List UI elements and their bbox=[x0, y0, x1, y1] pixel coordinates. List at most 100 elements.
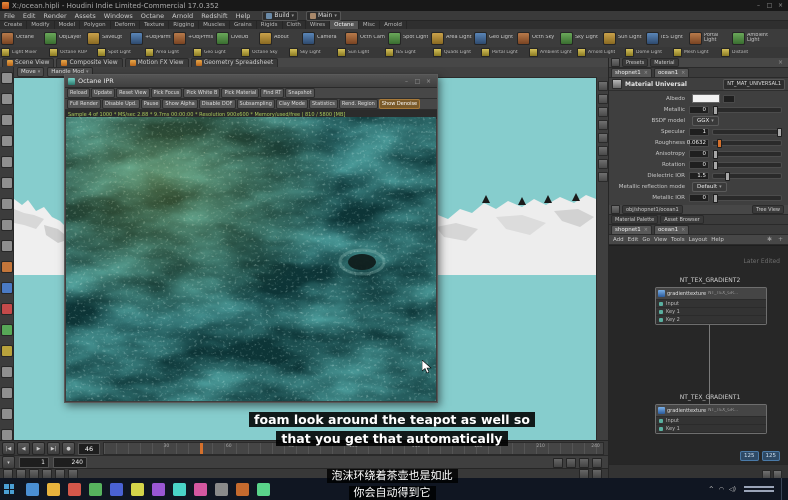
network-menu-item[interactable]: Layout bbox=[687, 237, 710, 243]
maximize-icon[interactable]: □ bbox=[412, 77, 423, 85]
close-icon[interactable]: × bbox=[775, 59, 786, 67]
node-gradient2[interactable]: gradienttexture NT_TEX_GR... Input Key 1… bbox=[655, 287, 767, 325]
shelf-tool[interactable]: About bbox=[259, 32, 300, 45]
taskbar-app-icon[interactable] bbox=[68, 483, 81, 496]
transport-button[interactable]: |◀ bbox=[2, 442, 15, 455]
transport-button[interactable]: ● bbox=[62, 442, 75, 455]
shelf-tool[interactable]: Sky Light bbox=[289, 48, 335, 57]
octane-toolbar-button[interactable]: Update bbox=[91, 88, 115, 98]
view-tool-icon[interactable] bbox=[598, 133, 608, 143]
octane-toggle-button[interactable]: Clay Mode bbox=[276, 99, 308, 109]
shelf-tab[interactable]: Texture bbox=[140, 21, 169, 29]
current-frame-field[interactable]: 46 bbox=[78, 443, 100, 455]
network-menu-item[interactable]: View bbox=[652, 237, 669, 243]
window-button[interactable]: × bbox=[775, 2, 786, 10]
taskbar-clock[interactable] bbox=[742, 482, 776, 496]
tool-icon[interactable] bbox=[1, 303, 13, 315]
metallic-reflection-mode-select[interactable]: Default ▾ bbox=[692, 182, 727, 192]
octane-toggle-button[interactable]: Full Render bbox=[67, 99, 101, 109]
tool-icon[interactable] bbox=[1, 387, 13, 399]
octane-toggle-button[interactable]: Show Alpha bbox=[162, 99, 197, 109]
octane-toolbar-button[interactable]: Find RT bbox=[260, 88, 284, 98]
shelf-tool[interactable]: Octn Sky bbox=[517, 32, 558, 45]
specular-slider[interactable] bbox=[712, 129, 782, 135]
shelf-tool[interactable]: Camera bbox=[302, 32, 343, 45]
shelf-tool[interactable]: Area Light bbox=[431, 32, 472, 45]
shelf-tool[interactable]: Arnold Light bbox=[577, 48, 623, 57]
menu-item[interactable]: Octane bbox=[137, 12, 168, 20]
shelf-tab[interactable]: Rigging bbox=[169, 21, 199, 29]
octane-toggle-button[interactable]: Disable DOF bbox=[199, 99, 236, 109]
tree-view-tab[interactable]: Tree View bbox=[752, 205, 784, 214]
show-desktop-button[interactable] bbox=[781, 478, 786, 500]
metallic-slider[interactable] bbox=[712, 107, 782, 113]
shelf-tool[interactable]: Light Mixer bbox=[1, 48, 47, 57]
view-tool-icon[interactable] bbox=[598, 146, 608, 156]
octane-toggle-button[interactable]: Disable Upd. bbox=[102, 99, 140, 109]
shelf-tool[interactable]: Mesh Light bbox=[673, 48, 719, 57]
menu-item[interactable]: File bbox=[0, 12, 19, 20]
dielectric-ior-value[interactable]: 1.5 bbox=[689, 172, 709, 180]
scene-viewport[interactable]: Move ▾ Handle Mod ▾ bbox=[14, 67, 608, 440]
view-tool-icon[interactable] bbox=[598, 81, 608, 91]
volume-tray-icon[interactable]: ◁) bbox=[729, 486, 736, 493]
node-input-row[interactable]: Key 1 bbox=[656, 308, 766, 316]
tool-icon[interactable] bbox=[1, 156, 13, 168]
range-end-field[interactable]: 240 bbox=[53, 457, 87, 468]
shelf-tool[interactable]: Ambient Light bbox=[529, 48, 575, 57]
node-header[interactable]: gradienttexture NT_TEX_GR... bbox=[656, 288, 766, 300]
tool-icon[interactable] bbox=[1, 114, 13, 126]
octane-toggle-button[interactable]: Statistics bbox=[309, 99, 338, 109]
pane-tab[interactable]: Geometry Spreadsheet bbox=[191, 58, 279, 68]
pane-tab[interactable]: Motion FX View bbox=[125, 58, 189, 68]
octane-toggle-button[interactable]: Show Denoise bbox=[379, 99, 420, 109]
shelf-tab[interactable]: Muscles bbox=[199, 21, 230, 29]
node-tab[interactable]: ocean1× bbox=[654, 68, 689, 78]
octane-toolbar-button[interactable]: Reload bbox=[67, 88, 90, 98]
octane-toggle-button[interactable]: Pause bbox=[141, 99, 162, 109]
viewport-tool-chip[interactable]: Move ▾ bbox=[17, 67, 44, 77]
shelf-tab[interactable]: Misc bbox=[359, 21, 380, 29]
node-input-row[interactable]: Input bbox=[656, 300, 766, 308]
shelf-tab[interactable]: Wires bbox=[306, 21, 330, 29]
shelf-set-main-select[interactable]: Main ▾ bbox=[306, 11, 341, 21]
tray-up-icon[interactable]: ^ bbox=[709, 486, 714, 493]
material-node-name[interactable]: NT_MAT_UNIVERSAL1 bbox=[723, 79, 785, 90]
network-menu-item[interactable]: Go bbox=[640, 237, 652, 243]
octane-toolbar-button[interactable]: Pick White B bbox=[183, 88, 220, 98]
network-icon[interactable] bbox=[611, 205, 620, 214]
tool-icon[interactable] bbox=[1, 240, 13, 252]
tool-icon[interactable] bbox=[1, 324, 13, 336]
specular-value[interactable]: 1 bbox=[689, 128, 709, 136]
rotation-slider[interactable] bbox=[712, 162, 782, 168]
node-tab[interactable]: shopnet1× bbox=[611, 68, 652, 78]
close-icon[interactable]: × bbox=[681, 227, 685, 233]
tool-icon[interactable] bbox=[1, 282, 13, 294]
network-menu-item[interactable]: Add bbox=[611, 237, 626, 243]
desktop-build-select[interactable]: Build ▾ bbox=[262, 11, 298, 21]
shelf-tab[interactable]: Grains bbox=[230, 21, 257, 29]
shelf-tool[interactable]: Octn Cam bbox=[345, 32, 386, 45]
shelf-tab[interactable]: Model bbox=[55, 21, 81, 29]
shelf-tool[interactable]: Sun Light bbox=[337, 48, 383, 57]
close-icon[interactable]: × bbox=[423, 77, 434, 85]
shelf-tab[interactable]: Cloth bbox=[283, 21, 306, 29]
shelf-tool[interactable]: Octane ROP bbox=[49, 48, 95, 57]
tool-icon[interactable] bbox=[1, 135, 13, 147]
octane-titlebar[interactable]: Octane IPR – □ × bbox=[65, 75, 437, 88]
grid-icon[interactable] bbox=[611, 58, 620, 67]
tool-icon[interactable] bbox=[1, 93, 13, 105]
shelf-tool[interactable]: Dome Light bbox=[625, 48, 671, 57]
albedo-extra-field[interactable] bbox=[723, 95, 735, 103]
shelf-tool[interactable]: SaveLgt bbox=[87, 32, 128, 45]
tool-icon[interactable] bbox=[1, 177, 13, 189]
pin-icon[interactable]: + bbox=[775, 236, 786, 244]
node-input-row[interactable]: Key 1 bbox=[656, 425, 766, 433]
close-icon[interactable]: × bbox=[644, 70, 648, 76]
tool-icon[interactable] bbox=[1, 198, 13, 210]
dielectric-ior-slider[interactable] bbox=[712, 173, 782, 179]
network-menu-item[interactable]: Edit bbox=[626, 237, 641, 243]
roughness-value[interactable]: 0.0632 bbox=[689, 139, 709, 147]
range-start-field[interactable]: 1 bbox=[19, 457, 49, 468]
tool-icon[interactable] bbox=[1, 408, 13, 420]
